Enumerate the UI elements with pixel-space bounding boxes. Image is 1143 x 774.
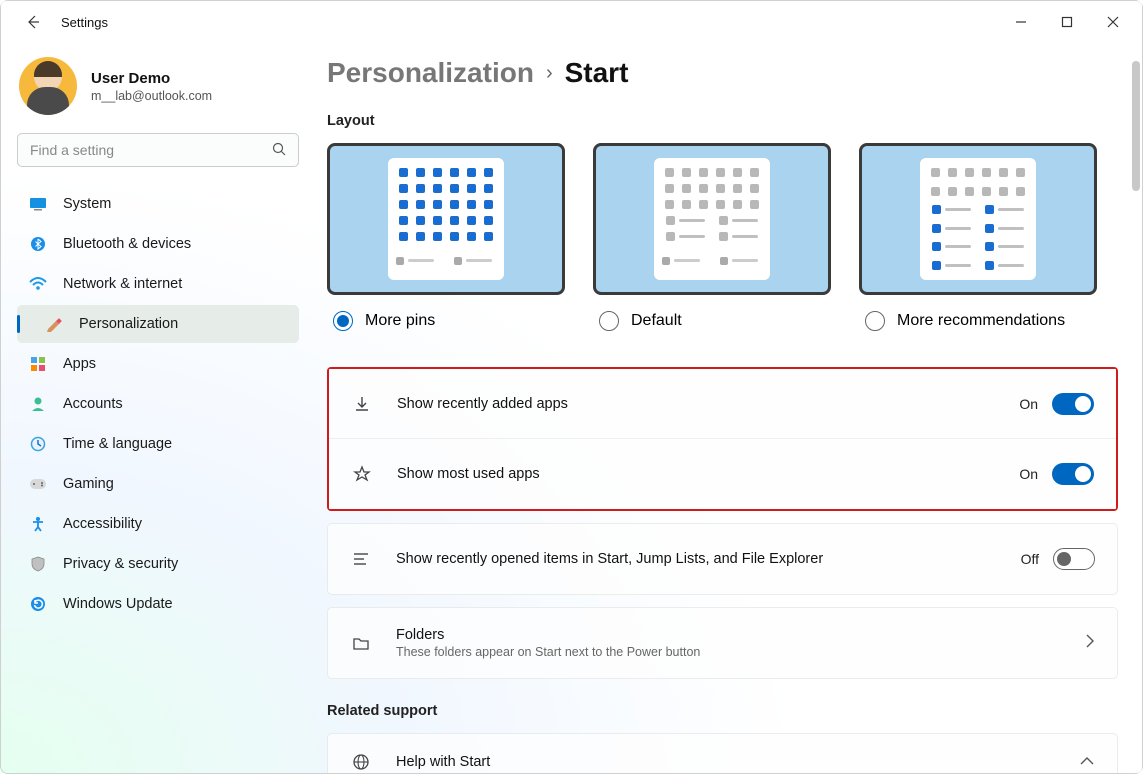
personalization-icon — [45, 315, 63, 333]
sidebar-item-apps[interactable]: Apps — [17, 345, 299, 383]
accounts-icon — [29, 395, 47, 413]
clock-icon — [29, 435, 47, 453]
folder-icon — [350, 636, 372, 651]
sidebar-item-label: Network & internet — [63, 276, 182, 292]
help-card[interactable]: Help with Start — [327, 733, 1118, 773]
sidebar-item-privacy[interactable]: Privacy & security — [17, 545, 299, 583]
highlighted-settings: Show recently added apps On Show most us… — [327, 367, 1118, 511]
sidebar-item-label: Time & language — [63, 436, 172, 452]
setting-title: Show most used apps — [397, 466, 540, 482]
setting-title: Show recently opened items in Start, Jum… — [396, 551, 823, 567]
avatar — [19, 57, 77, 115]
sidebar-item-label: Apps — [63, 356, 96, 372]
search-input[interactable] — [17, 133, 299, 167]
profile-email: m__lab@outlook.com — [91, 89, 212, 103]
layout-heading: Layout — [327, 113, 1118, 129]
sidebar-item-bluetooth[interactable]: Bluetooth & devices — [17, 225, 299, 263]
chevron-right-icon — [1085, 633, 1095, 654]
toggle-state: On — [1019, 466, 1038, 482]
sidebar-item-label: Bluetooth & devices — [63, 236, 191, 252]
sidebar-item-label: Gaming — [63, 476, 114, 492]
shield-icon — [29, 555, 47, 573]
maximize-button[interactable] — [1044, 6, 1090, 38]
sidebar-item-personalization[interactable]: Personalization — [17, 305, 299, 343]
layout-option-label: More recommendations — [897, 312, 1065, 330]
sidebar-item-label: System — [63, 196, 111, 212]
sidebar-item-label: Accessibility — [63, 516, 142, 532]
list-icon — [350, 552, 372, 566]
main-content: Personalization › Start Layout — [307, 43, 1142, 773]
sidebar-item-label: Accounts — [63, 396, 123, 412]
setting-recent-items-card: Show recently opened items in Start, Jum… — [327, 523, 1118, 595]
update-icon — [29, 595, 47, 613]
sidebar-item-label: Windows Update — [63, 596, 173, 612]
sidebar-item-accessibility[interactable]: Accessibility — [17, 505, 299, 543]
layout-option-label: Default — [631, 312, 682, 330]
setting-title: Show recently added apps — [397, 396, 568, 412]
setting-recent-items[interactable]: Show recently opened items in Start, Jum… — [328, 524, 1117, 594]
radio-more-pins[interactable] — [333, 311, 353, 331]
breadcrumb: Personalization › Start — [327, 57, 1118, 89]
toggle-state: On — [1019, 396, 1038, 412]
app-title: Settings — [61, 15, 108, 30]
help-title: Help with Start — [396, 754, 490, 770]
page-title: Start — [565, 57, 629, 89]
sidebar-item-update[interactable]: Windows Update — [17, 585, 299, 623]
radio-more-recs[interactable] — [865, 311, 885, 331]
layout-preview — [593, 143, 831, 295]
chevron-right-icon: › — [546, 62, 553, 85]
radio-default[interactable] — [599, 311, 619, 331]
titlebar: Settings — [1, 1, 1142, 43]
setting-subtitle: These folders appear on Start next to th… — [396, 645, 700, 659]
close-button[interactable] — [1090, 6, 1136, 38]
toggle-recently-added[interactable] — [1052, 393, 1094, 415]
sidebar-item-time[interactable]: Time & language — [17, 425, 299, 463]
toggle-recent-items[interactable] — [1053, 548, 1095, 570]
layout-option-default[interactable]: Default — [593, 143, 831, 331]
back-button[interactable] — [21, 11, 43, 33]
accessibility-icon — [29, 515, 47, 533]
sidebar-item-label: Personalization — [79, 316, 178, 332]
apps-icon — [29, 355, 47, 373]
sidebar-item-accounts[interactable]: Accounts — [17, 385, 299, 423]
chevron-up-icon — [1079, 753, 1095, 771]
toggle-state: Off — [1021, 551, 1039, 567]
sidebar-item-network[interactable]: Network & internet — [17, 265, 299, 303]
system-icon — [29, 195, 47, 213]
sidebar: User Demo m__lab@outlook.com System Blue… — [1, 43, 307, 773]
gaming-icon — [29, 475, 47, 493]
layout-option-label: More pins — [365, 312, 435, 330]
setting-most-used[interactable]: Show most used apps On — [329, 439, 1116, 509]
layout-preview — [327, 143, 565, 295]
layout-option-more-recs[interactable]: More recommendations — [859, 143, 1097, 331]
scrollbar[interactable] — [1132, 61, 1140, 191]
setting-folders-card[interactable]: Folders These folders appear on Start ne… — [327, 607, 1118, 679]
profile-name: User Demo — [91, 70, 212, 87]
download-icon — [351, 395, 373, 413]
toggle-most-used[interactable] — [1052, 463, 1094, 485]
setting-title: Folders — [396, 627, 700, 643]
wifi-icon — [29, 275, 47, 293]
sidebar-item-label: Privacy & security — [63, 556, 178, 572]
sidebar-item-system[interactable]: System — [17, 185, 299, 223]
setting-recently-added[interactable]: Show recently added apps On — [329, 369, 1116, 439]
minimize-button[interactable] — [998, 6, 1044, 38]
sidebar-item-gaming[interactable]: Gaming — [17, 465, 299, 503]
related-heading: Related support — [327, 703, 1118, 719]
layout-preview — [859, 143, 1097, 295]
globe-icon — [350, 753, 372, 771]
bluetooth-icon — [29, 235, 47, 253]
profile-block[interactable]: User Demo m__lab@outlook.com — [17, 53, 299, 133]
star-icon — [351, 465, 373, 483]
breadcrumb-parent[interactable]: Personalization — [327, 57, 534, 89]
search-icon — [272, 142, 287, 162]
layout-option-more-pins[interactable]: More pins — [327, 143, 565, 331]
